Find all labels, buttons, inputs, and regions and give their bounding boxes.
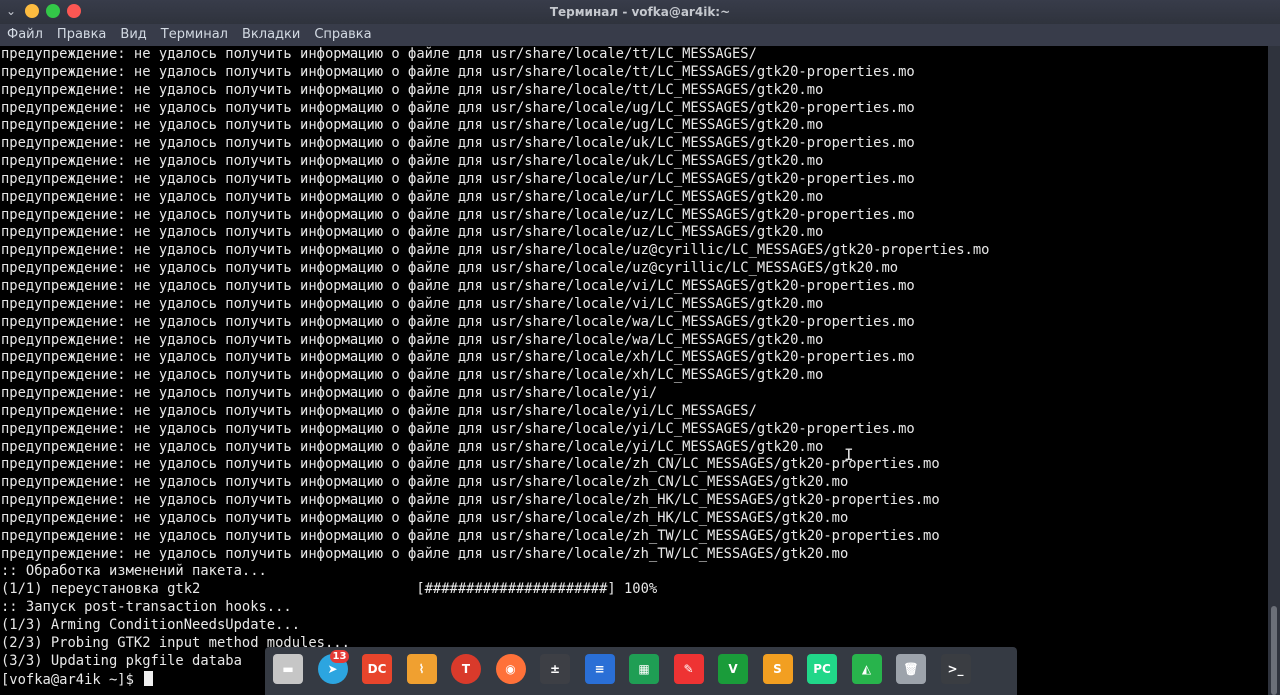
writer-document-icon[interactable]: ≡ <box>584 653 616 685</box>
terminal-line: предупреждение: не удалось получить инфо… <box>1 170 915 187</box>
terminal-line: предупреждение: не удалось получить инфо… <box>1 456 940 473</box>
terminal-line: предупреждение: не удалось получить инфо… <box>1 331 824 348</box>
system-monitor-icon[interactable]: ◭ <box>851 653 883 685</box>
sublime-text-glyph: S <box>762 654 793 684</box>
terminal-line: предупреждение: не удалось получить инфо… <box>1 46 757 62</box>
pycharm-icon[interactable]: PC <box>806 653 838 685</box>
draw-document-glyph: ✎ <box>673 654 704 684</box>
terminal-line: предупреждение: не удалось получить инфо… <box>1 260 899 277</box>
sublime-text-icon[interactable]: S <box>762 653 794 685</box>
vim-glyph: V <box>718 654 748 684</box>
transmission-glyph: T <box>451 654 481 684</box>
scrollbar-thumb[interactable] <box>1271 606 1277 695</box>
terminal-glyph: >_ <box>940 654 971 684</box>
terminal-line: предупреждение: не удалось получить инфо… <box>1 135 915 152</box>
terminal-line: :: Обработка изменений пакета... <box>1 563 267 580</box>
terminal-line: предупреждение: не удалось получить инфо… <box>1 99 915 116</box>
transmission-icon[interactable]: T <box>450 653 482 685</box>
calculator-icon[interactable]: ± <box>539 653 571 685</box>
firefox-glyph: ◉ <box>495 654 526 684</box>
trash-glyph: 🗑 <box>896 654 926 684</box>
calculator-glyph: ± <box>540 654 570 684</box>
terminal-line: предупреждение: не удалось получить инфо… <box>1 349 915 366</box>
terminal-icon[interactable]: >_ <box>940 653 972 685</box>
shell-prompt: [vofka@ar4ik ~]$ <box>1 671 143 688</box>
terminal-line: предупреждение: не удалось получить инфо… <box>1 420 915 437</box>
terminal-output[interactable]: предупреждение: не удалось получить инфо… <box>0 46 1268 695</box>
dock: ▬ ➤ 13 DC ⌇ T ◉ ± ≡ ▦ ✎ V S PC ◭ 🗑 >_ <box>265 647 1017 695</box>
double-commander-icon[interactable]: DC <box>361 653 393 685</box>
firefox-icon[interactable]: ◉ <box>495 653 527 685</box>
terminal-line: предупреждение: не удалось получить инфо… <box>1 224 824 241</box>
menu-tabs[interactable]: Вкладки <box>235 24 307 46</box>
terminal-line: предупреждение: не удалось получить инфо… <box>1 242 990 259</box>
notes-icon[interactable]: ▬ <box>272 653 304 685</box>
terminal-line: предупреждение: не удалось получить инфо… <box>1 277 915 294</box>
menu-terminal[interactable]: Терминал <box>154 24 235 46</box>
terminal-line: предупреждение: не удалось получить инфо… <box>1 492 940 509</box>
terminal-line: (1/1) переустановка gtk2 [##############… <box>1 581 658 598</box>
block-cursor <box>144 670 154 686</box>
terminal-line: предупреждение: не удалось получить инфо… <box>1 117 824 134</box>
calc-spreadsheet-icon[interactable]: ▦ <box>628 653 660 685</box>
terminal-line: предупреждение: не удалось получить инфо… <box>1 385 658 402</box>
terminal-line: (1/3) Arming ConditionNeedsUpdate... <box>1 617 301 633</box>
terminal-line: предупреждение: не удалось получить инфо… <box>1 474 849 491</box>
scrollbar[interactable] <box>1268 46 1280 695</box>
menu-bar: Файл Правка Вид Терминал Вкладки Справка <box>0 24 1280 46</box>
calc-spreadsheet-glyph: ▦ <box>629 654 659 684</box>
terminal-line: предупреждение: не удалось получить инфо… <box>1 438 824 455</box>
terminal-line: предупреждение: не удалось получить инфо… <box>1 527 940 544</box>
terminal-line: предупреждение: не удалось получить инфо… <box>1 313 915 330</box>
menu-file[interactable]: Файл <box>0 24 50 46</box>
cleaner-broom-icon[interactable]: ⌇ <box>406 653 438 685</box>
terminal-line: предупреждение: не удалось получить инфо… <box>1 188 824 205</box>
double-commander-glyph: DC <box>362 654 392 684</box>
terminal-line: предупреждение: не удалось получить инфо… <box>1 402 757 419</box>
notes-glyph: ▬ <box>273 654 303 684</box>
terminal-line: предупреждение: не удалось получить инфо… <box>1 545 849 562</box>
title-bar: ⌄ Терминал - vofka@ar4ik:~ <box>0 0 1280 24</box>
telegram-icon[interactable]: ➤ 13 <box>317 650 350 685</box>
menu-edit[interactable]: Правка <box>50 24 113 46</box>
notification-badge: 13 <box>329 650 350 663</box>
terminal-line: предупреждение: не удалось получить инфо… <box>1 509 849 526</box>
cleaner-broom-glyph: ⌇ <box>406 654 437 684</box>
terminal-line: :: Запуск post-transaction hooks... <box>1 599 292 616</box>
pycharm-glyph: PC <box>807 654 837 684</box>
terminal-line: предупреждение: не удалось получить инфо… <box>1 295 824 312</box>
text-cursor-ibeam-icon: I <box>844 445 854 464</box>
terminal-line: предупреждение: не удалось получить инфо… <box>1 153 824 170</box>
writer-document-glyph: ≡ <box>584 654 615 684</box>
draw-document-icon[interactable]: ✎ <box>673 653 705 685</box>
terminal-line: предупреждение: не удалось получить инфо… <box>1 81 824 98</box>
vim-icon[interactable]: V <box>717 653 749 685</box>
trash-icon[interactable]: 🗑 <box>895 653 927 685</box>
menu-help[interactable]: Справка <box>307 24 378 46</box>
terminal-line: предупреждение: не удалось получить инфо… <box>1 206 915 223</box>
menu-view[interactable]: Вид <box>113 24 153 46</box>
terminal-line: предупреждение: не удалось получить инфо… <box>1 63 915 80</box>
system-monitor-glyph: ◭ <box>851 654 882 684</box>
terminal-line: предупреждение: не удалось получить инфо… <box>1 367 824 384</box>
window-title: Терминал - vofka@ar4ik:~ <box>549 5 731 19</box>
